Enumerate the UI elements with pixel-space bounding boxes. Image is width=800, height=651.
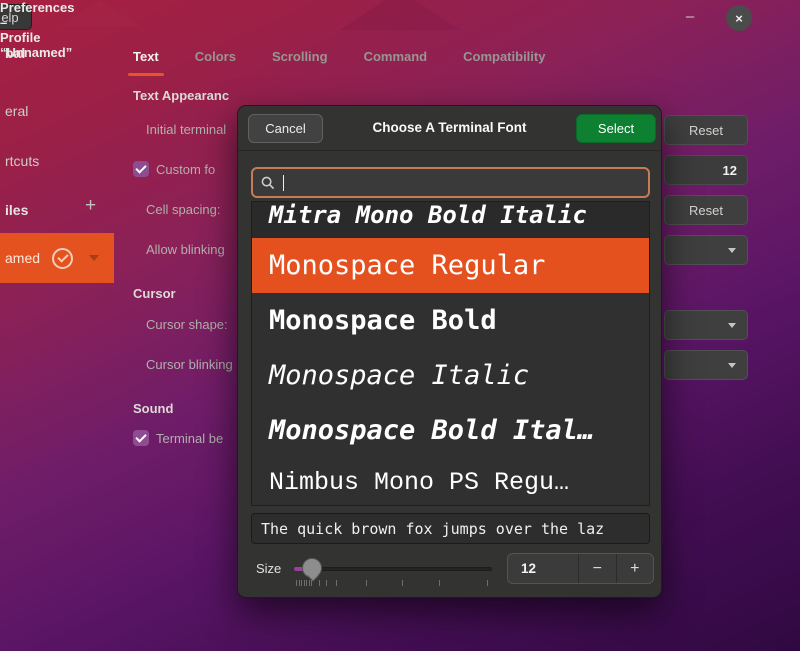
tab-bar: Text Colors Scrolling Command Compatibil… xyxy=(133,49,545,76)
slider-handle[interactable] xyxy=(302,558,322,578)
reset-cell-spacing-button[interactable]: Reset xyxy=(664,195,748,225)
dialog-header: Cancel Choose A Terminal Font Select xyxy=(238,106,661,151)
slider-tick xyxy=(299,580,300,586)
font-list-item[interactable]: Mitra Mono Bold Italic xyxy=(252,202,649,238)
sidebar-item-global[interactable]: bal xyxy=(5,45,25,61)
label-cell-spacing: Cell spacing: xyxy=(146,202,220,217)
slider-tick xyxy=(306,580,307,586)
size-spinbox: 12 − + xyxy=(507,553,654,584)
font-list-item[interactable]: Monospace Bold Ital… xyxy=(252,403,649,458)
slider-tick xyxy=(296,580,297,586)
font-size-slider[interactable] xyxy=(294,553,492,585)
label-custom-font: Custom fo xyxy=(156,162,215,177)
label-cursor-blinking: Cursor blinking xyxy=(146,357,233,372)
tab-command[interactable]: Command xyxy=(364,49,428,76)
text-cursor xyxy=(283,175,284,191)
add-profile-button[interactable]: + xyxy=(85,195,96,217)
font-name: Mitra Mono Bold Italic xyxy=(269,202,587,229)
check-circle-icon xyxy=(52,248,73,269)
minimize-button[interactable]: – xyxy=(680,6,700,26)
close-icon[interactable]: × xyxy=(726,5,752,31)
terminal-bell-checkbox-row[interactable]: Terminal be xyxy=(133,430,223,446)
font-list-item[interactable]: Monospace Italic xyxy=(252,348,649,403)
slider-tick xyxy=(304,580,305,586)
tab-text[interactable]: Text xyxy=(133,49,159,76)
cursor-blinking-dropdown[interactable] xyxy=(664,350,748,380)
slider-tick xyxy=(402,580,403,586)
sidebar-item-unnamed-profile[interactable]: amed xyxy=(0,233,114,283)
slider-tick xyxy=(309,580,310,586)
font-list: Mitra Mono Bold Italic Monospace Regular… xyxy=(251,201,650,506)
label-initial-terminal: Initial terminal xyxy=(146,122,226,137)
search-icon xyxy=(261,176,275,190)
tab-compatibility[interactable]: Compatibility xyxy=(463,49,545,76)
checkbox-checked-icon[interactable] xyxy=(133,430,149,446)
slider-track[interactable] xyxy=(294,567,492,571)
size-label: Size xyxy=(256,561,281,576)
slider-tick xyxy=(336,580,337,586)
font-size-entry[interactable]: 12 xyxy=(664,155,748,185)
slider-tick xyxy=(326,580,327,586)
reset-terminal-size-button[interactable]: Reset xyxy=(664,115,748,145)
sidebar-item-shortcuts[interactable]: rtcuts xyxy=(5,153,39,169)
slider-tick xyxy=(366,580,367,586)
profile-label: amed xyxy=(5,250,40,266)
font-preview-text: The quick brown fox jumps over the laz xyxy=(251,513,650,544)
font-list-item[interactable]: Nimbus Mono PS Regu… xyxy=(252,458,649,506)
custom-font-checkbox-row[interactable]: Custom fo xyxy=(133,161,215,177)
section-cursor: Cursor xyxy=(133,286,176,301)
label-terminal-bell: Terminal be xyxy=(156,431,223,446)
slider-tick xyxy=(311,580,312,586)
font-chooser-dialog: Cancel Choose A Terminal Font Select Mit… xyxy=(237,105,662,598)
slider-tick xyxy=(487,580,488,586)
slider-tick xyxy=(439,580,440,586)
label-cursor-shape: Cursor shape: xyxy=(146,317,228,332)
chevron-down-icon xyxy=(728,323,736,328)
font-search-input[interactable] xyxy=(251,167,650,198)
chevron-down-icon[interactable] xyxy=(89,255,99,261)
wallpaper-triangle xyxy=(340,0,460,30)
allow-blinking-dropdown[interactable] xyxy=(664,235,748,265)
checkbox-checked-icon[interactable] xyxy=(133,161,149,177)
chevron-down-icon xyxy=(728,363,736,368)
select-button[interactable]: Select xyxy=(576,114,656,143)
section-sound: Sound xyxy=(133,401,173,416)
font-list-item[interactable]: Monospace Bold xyxy=(252,293,649,348)
label-allow-blinking: Allow blinking xyxy=(146,242,225,257)
increase-size-button[interactable]: + xyxy=(616,554,654,583)
tab-colors[interactable]: Colors xyxy=(195,49,236,76)
chevron-down-icon xyxy=(728,248,736,253)
sidebar-item-general[interactable]: eral xyxy=(5,103,28,119)
decrease-size-button[interactable]: − xyxy=(578,554,616,583)
tab-scrolling[interactable]: Scrolling xyxy=(272,49,328,76)
slider-tick xyxy=(301,580,302,586)
slider-tick xyxy=(319,580,320,586)
section-text-appearance: Text Appearanc xyxy=(133,88,229,103)
cursor-shape-dropdown[interactable] xyxy=(664,310,748,340)
size-value[interactable]: 12 xyxy=(508,554,578,583)
sidebar-item-profiles[interactable]: iles xyxy=(5,202,28,218)
font-list-item-selected[interactable]: Monospace Regular xyxy=(252,238,649,293)
